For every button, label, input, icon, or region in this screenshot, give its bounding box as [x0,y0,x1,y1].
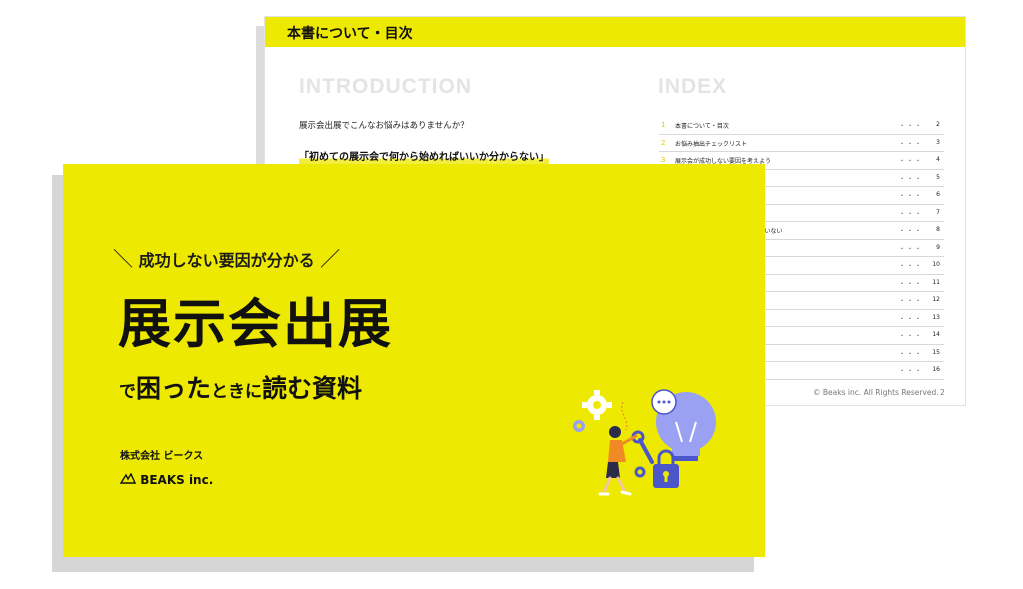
subtitle-part: 困った [136,374,212,403]
index-dots: ・・・ [899,158,924,165]
index-title: 本書について・目次 [675,123,729,130]
index-dots: ・・・ [899,280,924,288]
index-page: 2 [936,121,940,128]
intro-highlight: 「初めての展示会で何から始めればいいか分からない」 [299,148,549,165]
index-dots: ・・・ [899,333,924,340]
beaks-logo-icon [119,472,137,484]
index-title: お悩み抽出チェックリスト [675,140,748,148]
tagline-close-mark: ／ [320,247,341,271]
index-page: 7 [936,208,940,216]
index-page: 10 [932,261,940,268]
subtitle-part: に [245,382,263,402]
intro-question: 展示会出展でこんなお悩みはありませんか？ [299,121,469,131]
person-icon [598,426,638,496]
intro-heading: INTRODUCTION [299,75,472,98]
cover-page: ＼ 成功しない要因が分かる ／ 展示会出展 で困ったときに読む資料 株式会社 ビ… [63,164,765,557]
index-page: 8 [936,226,940,233]
index-dots: ・・・ [899,123,924,130]
index-dots: ・・・ [899,368,924,375]
index-heading: INDEX [658,75,728,98]
index-dots: ・・・ [899,228,924,235]
index-dots: ・・・ [899,263,924,270]
subtitle-part: とき [211,382,246,402]
index-page: 14 [932,331,940,338]
cover-tagline: ＼ 成功しない要因が分かる ／ [113,243,340,272]
index-page: 4 [936,156,940,163]
cover-illustration [573,389,716,496]
index-page: 3 [936,138,940,146]
tagline-text: 成功しない要因が分かる [138,251,315,270]
index-number: 1 [661,121,666,129]
brand-name: BEAKS inc. [140,473,214,487]
index-dots: ・・・ [899,350,924,358]
back-page-header: 本書について・目次 [265,17,965,47]
index-row: 2 お悩み抽出チェックリスト ・・・ 3 [659,135,944,152]
index-dots: ・・・ [899,210,924,218]
speech-bubble-icon [651,389,677,415]
gear-icon [582,390,612,420]
index-dots: ・・・ [899,140,924,148]
index-page: 13 [932,313,940,321]
index-number: 3 [661,156,666,164]
index-number: 2 [661,138,666,147]
cover-subtitle: で困ったときに読む資料 [119,369,362,405]
subtitle-part: で [119,382,136,402]
tagline-open-mark: ＼ [113,247,133,271]
index-page: 16 [932,366,940,373]
index-dots: ・・・ [899,175,924,183]
brand-logo: BEAKS inc. [119,472,214,487]
copyright-footer: © Beaks inc. All Rights Reserved. [813,388,939,397]
index-page: 9 [936,243,940,251]
subtitle-part: 読む資料 [262,374,363,403]
index-row: 1 本書について・目次 ・・・ 2 [659,117,944,135]
page-number: 2 [940,388,945,397]
index-dots: ・・・ [899,245,924,253]
index-page: 15 [932,348,940,356]
cover-main-title: 展示会出展 [118,294,393,355]
index-page: 11 [932,278,940,286]
company-name: 株式会社 ビークス [120,451,204,462]
index-page: 5 [936,173,940,181]
index-page: 6 [936,191,940,198]
index-dots: ・・・ [899,193,924,200]
index-dots: ・・・ [899,315,924,323]
gear-icon [573,420,585,432]
index-page: 12 [932,296,940,303]
index-dots: ・・・ [899,298,924,305]
back-page-title: 本書について・目次 [287,26,413,42]
